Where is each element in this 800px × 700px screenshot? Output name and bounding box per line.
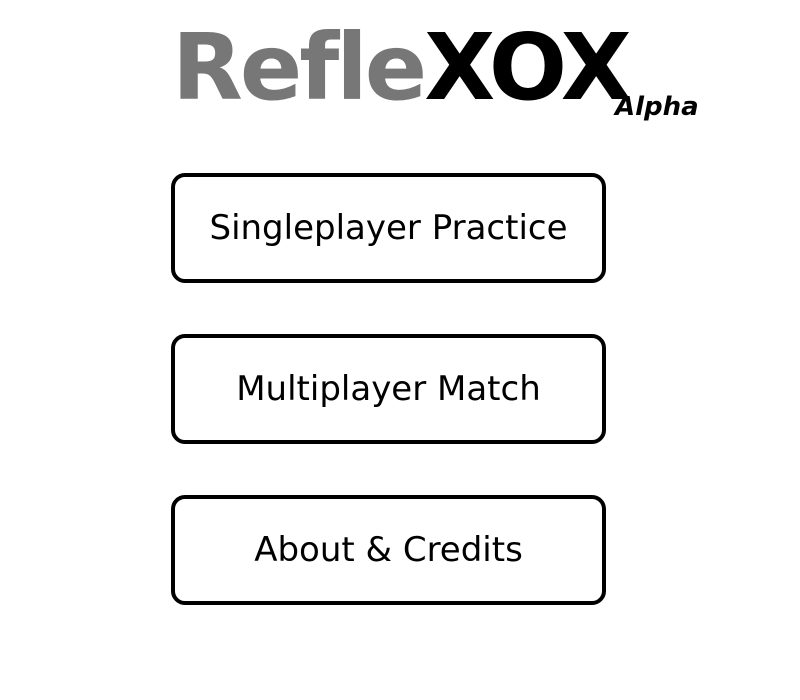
version-tag: Alpha	[615, 92, 699, 122]
about-credits-button[interactable]: About & Credits	[171, 495, 606, 605]
singleplayer-practice-label: Singleplayer Practice	[209, 208, 568, 248]
main-menu: Singleplayer Practice Multiplayer Match …	[171, 173, 606, 656]
multiplayer-match-button[interactable]: Multiplayer Match	[171, 334, 606, 444]
game-title: RefleXOX	[172, 18, 632, 118]
singleplayer-practice-button[interactable]: Singleplayer Practice	[171, 173, 606, 283]
game-title-xox: XOX	[424, 14, 632, 121]
multiplayer-match-label: Multiplayer Match	[236, 369, 541, 409]
about-credits-label: About & Credits	[254, 530, 523, 570]
game-title-refle: Refle	[172, 14, 427, 121]
